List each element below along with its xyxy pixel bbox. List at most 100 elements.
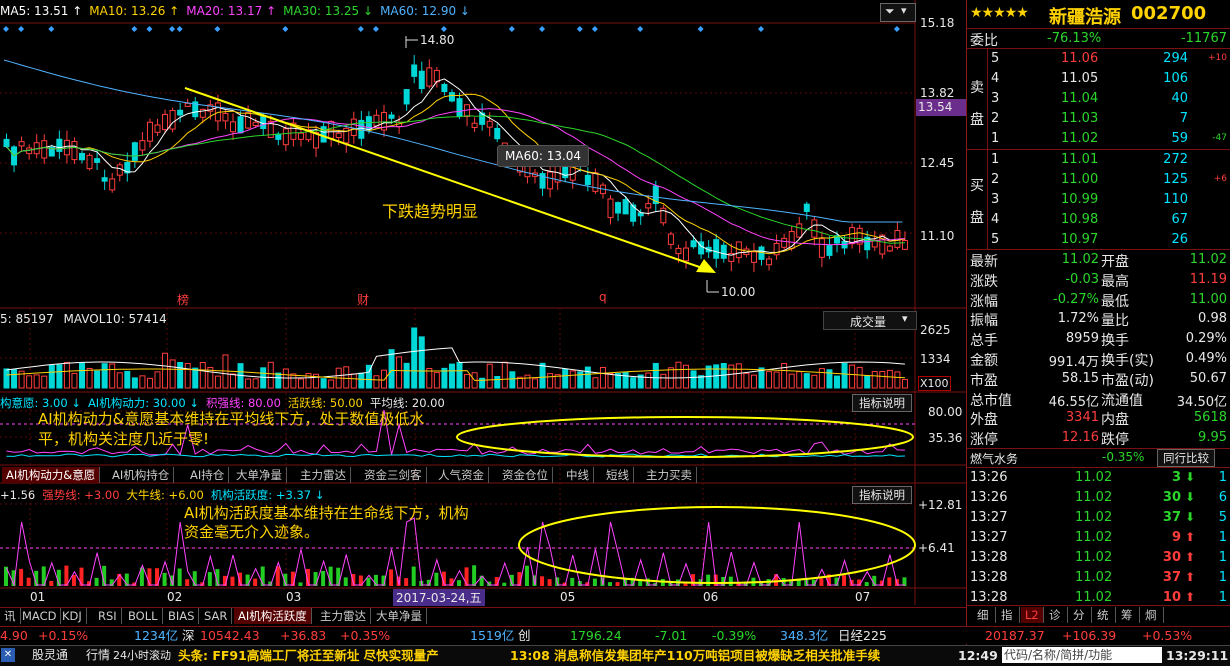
stat-label: 最低: [1101, 293, 1129, 310]
close-icon[interactable]: ✕: [1, 648, 15, 662]
side-tab[interactable]: 筹: [1117, 607, 1140, 623]
bottom-tab[interactable]: 大单净量: [372, 608, 427, 624]
tick-row[interactable]: 13:27 11.02 37 ⬇ 5: [967, 508, 1230, 528]
chart-canvas[interactable]: [0, 0, 966, 610]
gulingtong-link[interactable]: 股灵通: [32, 646, 68, 665]
order-book-row[interactable]: 3 10.99 110: [967, 191, 1230, 211]
stat-label: 外盘: [970, 412, 998, 429]
side-tab[interactable]: 统: [1093, 607, 1116, 623]
bottom-tab[interactable]: MACD: [18, 608, 62, 624]
indicator-tab[interactable]: 人气资金: [434, 467, 489, 483]
headline-news[interactable]: 头条: FF91高端工厂将迁至新址 尽快实现量产: [178, 646, 439, 665]
tick-time: 13:27: [970, 510, 1008, 525]
index-value: 深: [182, 628, 195, 643]
indicator-tab[interactable]: 中线: [562, 467, 594, 483]
index-value: 日经225: [838, 628, 887, 643]
stat-label: 总手: [970, 333, 998, 350]
hangqing-link[interactable]: 行情: [86, 646, 110, 665]
arrow-down-icon: ⬇: [1184, 470, 1195, 484]
order-book-row[interactable]: 5 10.97 26: [967, 231, 1230, 251]
stat-label: 流通值: [1101, 392, 1143, 409]
bottom-tab[interactable]: AI机构活跃度: [234, 608, 312, 624]
quote-stat-row: 市盈 58.15 市盈(动) 50.67: [967, 369, 1230, 389]
quote-stat-row: 最新 11.02 开盘 11.02: [967, 250, 1230, 270]
peer-compare-button[interactable]: 同行比较: [1157, 449, 1215, 467]
tick-row[interactable]: 13:28 11.02 30 ⬆ 1: [967, 548, 1230, 568]
scrolling-news[interactable]: 13:08 消息称信发集团年产110万吨铝项目被爆缺乏相关批准手续: [510, 646, 880, 665]
level-label: 2: [991, 172, 1000, 187]
time-axis-02: 02: [167, 590, 183, 604]
bottom-tab[interactable]: BIAS: [164, 608, 200, 624]
order-book-row[interactable]: 2 11.03 7: [967, 110, 1230, 130]
menu-icon[interactable]: ⏷: [885, 4, 895, 19]
bottom-tab[interactable]: RSI: [94, 608, 122, 624]
chevron-down-icon[interactable]: ▾: [901, 4, 907, 17]
marker-cai[interactable]: 财: [357, 291, 369, 308]
ai1-indicator-button[interactable]: 指标说明: [852, 394, 912, 412]
legend-label: 大牛线: +6.00: [126, 488, 204, 502]
side-tab[interactable]: 指: [997, 607, 1020, 623]
stat-label: 开盘: [1101, 254, 1129, 270]
stat-label: 涨停: [970, 432, 998, 449]
tick-count: 1: [1218, 590, 1227, 605]
quote-stat-row: 总手 8959 换手 0.29%: [967, 329, 1230, 349]
level-label: 4: [991, 212, 1000, 227]
order-book-row[interactable]: 2 11.00 125 +6: [967, 171, 1230, 191]
indicator-tab[interactable]: 主力雷达: [296, 467, 351, 483]
side-tab[interactable]: 细: [973, 607, 996, 623]
indicator-tab[interactable]: 短线: [602, 467, 634, 483]
time-axis-06: 06: [703, 590, 719, 604]
bottom-tab[interactable]: BOLL: [124, 608, 163, 624]
rating-stars: ★★★★★: [970, 5, 1029, 21]
chart-toolbar[interactable]: ⏷ ▾: [880, 3, 916, 22]
volume-dropdown[interactable]: 成交量 ▾: [823, 311, 917, 330]
stat-label: 换手: [1101, 333, 1129, 350]
indicator-tab[interactable]: AI机构动力&意愿: [2, 467, 101, 483]
ai2-indicator-button[interactable]: 指标说明: [852, 486, 912, 504]
side-tab[interactable]: 烱: [1141, 607, 1164, 623]
indicator-tab[interactable]: 大单净量: [232, 467, 287, 483]
stat-label: 金额: [970, 353, 998, 369]
tick-row[interactable]: 13:26 11.02 3 ⬇ 1: [967, 468, 1230, 488]
stat-label: 最高: [1101, 273, 1129, 290]
ai1-axis-1: 80.00: [928, 405, 963, 419]
sector-label[interactable]: 燃气水务: [970, 450, 1018, 467]
side-tab[interactable]: L2: [1021, 607, 1044, 623]
order-book-row[interactable]: 1 11.02 59 -47: [967, 130, 1230, 150]
tick-row[interactable]: 13:28 11.02 37 ⬆ 1: [967, 568, 1230, 588]
marker-q[interactable]: q: [599, 290, 607, 304]
chevron-down-icon: ▾: [902, 312, 908, 325]
search-input[interactable]: 代码/名称/简拼/功能: [1002, 647, 1162, 663]
quote-panel: ★★★★★ 新疆浩源 002700 委比 -76.13% -11767 卖盘 5…: [966, 0, 1230, 665]
ai2-annotation-2: 资金毫无介入迹象。: [184, 523, 320, 541]
bottom-tab[interactable]: 主力雷达: [316, 608, 371, 624]
side-tab[interactable]: 诊: [1045, 607, 1068, 623]
index-value: 1796.24: [570, 628, 622, 643]
tick-row[interactable]: 13:27 11.02 9 ⬆ 1: [967, 528, 1230, 548]
volume-axis-2: 1334: [920, 352, 951, 366]
indicator-tab[interactable]: 资金仓位: [498, 467, 553, 483]
indicator-tab[interactable]: AI机构持仓: [108, 467, 175, 483]
legend-label: MA10: 13.26: [89, 4, 166, 18]
volume-axis-1: 2625: [920, 323, 951, 337]
indicator-tab[interactable]: 资金三剑客: [360, 467, 427, 483]
order-book-row[interactable]: 1 11.01 272: [967, 151, 1230, 171]
marker-bang[interactable]: 榜: [177, 291, 189, 308]
side-tab[interactable]: 分: [1069, 607, 1092, 623]
indicator-tab[interactable]: AI持仓: [186, 467, 230, 483]
bottom-tab[interactable]: KDJ: [58, 608, 87, 624]
level-label: 5: [991, 51, 1000, 66]
legend-item: MA10: 13.26 ↑: [89, 4, 179, 18]
order-book-row[interactable]: 5 11.06 294 +10: [967, 50, 1230, 70]
bottom-tab[interactable]: SAR: [200, 608, 233, 624]
stat-value: 8959: [1065, 331, 1099, 347]
order-book-row[interactable]: 4 10.98 67: [967, 211, 1230, 231]
price-value: 11.04: [1061, 91, 1099, 106]
indicator-tab[interactable]: 主力买卖: [642, 467, 697, 483]
order-book-row[interactable]: 4 11.05 106: [967, 70, 1230, 90]
tick-volume: 30: [1162, 490, 1181, 505]
order-book-row[interactable]: 3 11.04 40: [967, 90, 1230, 110]
time-axis-date: 2017-03-24,五: [393, 589, 485, 606]
scroll-news-link[interactable]: 24小时滚动: [113, 646, 171, 665]
tick-row[interactable]: 13:26 11.02 30 ⬇ 6: [967, 488, 1230, 508]
